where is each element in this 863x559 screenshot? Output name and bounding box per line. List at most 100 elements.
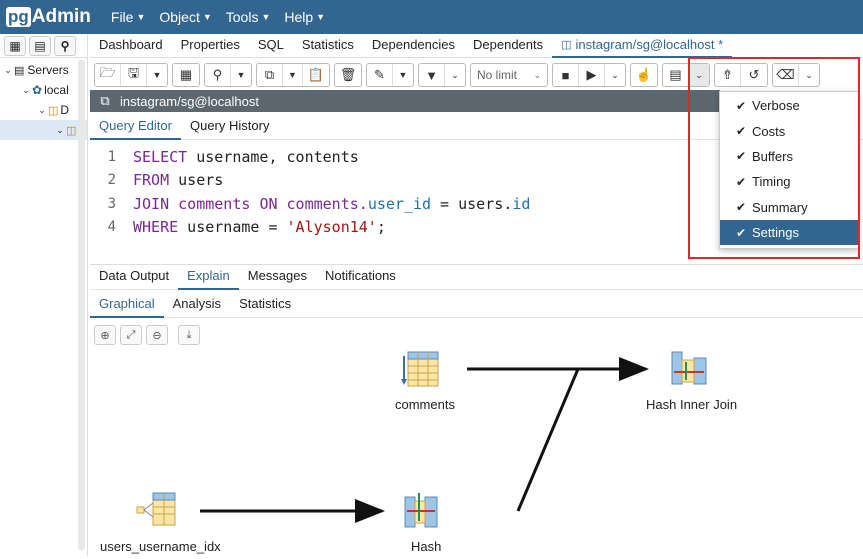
- menu-help[interactable]: Help ▼: [284, 9, 325, 25]
- chevron-down-icon[interactable]: ⌄: [2, 65, 14, 76]
- tab-messages[interactable]: Messages: [239, 264, 316, 290]
- explain-canvas: comments Hash Inner Join users_username_…: [90, 350, 863, 556]
- explain-option-label: Timing: [752, 174, 791, 190]
- tab-explain-statistics[interactable]: Statistics: [230, 292, 300, 318]
- edit-button[interactable]: ✎: [367, 64, 393, 86]
- tab-sql[interactable]: SQL: [249, 34, 293, 58]
- properties-button[interactable]: ▤: [29, 35, 51, 56]
- limit-dropdown[interactable]: No limit ⌄: [471, 64, 547, 86]
- edit-dropdown-button[interactable]: ▼: [393, 64, 413, 86]
- menu-tools[interactable]: Tools ▼: [226, 9, 271, 25]
- filter-button[interactable]: ▼: [419, 64, 445, 86]
- view-data-group: ▦: [172, 63, 200, 87]
- table-view-button[interactable]: ▦: [4, 35, 26, 56]
- explain-button[interactable]: ☝: [631, 64, 657, 86]
- tab-query-history[interactable]: Query History: [181, 114, 278, 140]
- execute-button[interactable]: ▶: [579, 64, 605, 86]
- tab-explain[interactable]: Explain: [178, 264, 239, 290]
- open-file-button[interactable]: 🗁: [95, 64, 121, 86]
- code-token: username =: [178, 218, 287, 237]
- menu-file[interactable]: File ▼: [111, 9, 145, 25]
- filter-dropdown-button[interactable]: ⌄: [445, 64, 465, 86]
- paste-button[interactable]: 📋: [303, 64, 329, 86]
- tree-item-servers[interactable]: ⌄ ▤ Servers: [0, 60, 87, 80]
- hash-icon: [404, 493, 438, 528]
- view-data-button[interactable]: ▦: [173, 64, 199, 86]
- tab-dependents[interactable]: Dependents: [464, 34, 552, 58]
- tab-graphical[interactable]: Graphical: [90, 292, 164, 318]
- clear-group: ⌫ ⌄: [772, 63, 820, 87]
- node-label-hash[interactable]: Hash: [411, 539, 441, 554]
- menu-tools-label: Tools: [225, 9, 259, 25]
- code-token: comments.: [277, 194, 368, 213]
- edit-icon: ✎: [374, 67, 385, 82]
- tab-notifications[interactable]: Notifications: [316, 264, 405, 290]
- copy-button[interactable]: ⧉: [257, 64, 283, 86]
- execute-dropdown-button[interactable]: ⌄: [605, 64, 625, 86]
- find-dropdown-button[interactable]: ▼: [231, 64, 251, 86]
- explain-option-verbose[interactable]: ✔ Verbose: [720, 93, 858, 118]
- limit-select[interactable]: No limit ⌄: [470, 63, 548, 87]
- explain-option-timing[interactable]: ✔ Timing: [720, 169, 858, 194]
- explain-analyze-button[interactable]: ▤: [663, 64, 689, 86]
- edit-group: ✎ ▼: [366, 63, 414, 87]
- find-button[interactable]: ⚲: [205, 64, 231, 86]
- node-label-index[interactable]: users_username_idx: [100, 539, 221, 554]
- download-button[interactable]: ⤓: [178, 325, 200, 345]
- clear-button[interactable]: ⌫: [773, 64, 799, 86]
- tab-query-tool[interactable]: ◫ instagram/sg@localhost *: [552, 34, 733, 58]
- code-token: id: [512, 194, 531, 213]
- search-objects-button[interactable]: ⚲: [54, 35, 76, 56]
- chevron-down-icon: ▼: [136, 12, 146, 22]
- stop-button[interactable]: ■: [553, 64, 579, 86]
- save-file-button[interactable]: 🖫: [121, 64, 147, 86]
- copy-dropdown-button[interactable]: ▼: [283, 64, 303, 86]
- zoom-out-button[interactable]: ⊖: [146, 325, 168, 345]
- sidebar-scrollbar[interactable]: [78, 60, 85, 550]
- chevron-down-icon[interactable]: ⌄: [36, 105, 48, 116]
- zoom-in-button[interactable]: ⊕: [94, 325, 116, 345]
- clear-dropdown-button[interactable]: ⌄: [799, 64, 819, 86]
- explain-option-summary[interactable]: ✔ Summary: [720, 195, 858, 220]
- zoom-in-icon: ⊕: [100, 329, 110, 342]
- connection-status-icon[interactable]: ⧉: [90, 93, 120, 109]
- filter-icon: ▼: [425, 67, 438, 83]
- tree-item-instagram[interactable]: ⌄ ◫: [0, 120, 87, 140]
- node-label-hash-join[interactable]: Hash Inner Join: [646, 397, 737, 412]
- chevron-down-icon[interactable]: ⌄: [54, 125, 66, 136]
- tree-item-local[interactable]: ⌄ ✿ local: [0, 80, 87, 100]
- postgres-elephant-icon: ✿: [32, 83, 43, 97]
- explain-option-costs[interactable]: ✔ Costs: [720, 118, 858, 143]
- menu-object[interactable]: Object ▼: [159, 9, 211, 25]
- explain-options-dropdown-button[interactable]: ⌄: [689, 64, 709, 86]
- tree-item-databases[interactable]: ⌄ ◫ D: [0, 100, 87, 120]
- tab-data-output[interactable]: Data Output: [90, 264, 178, 290]
- tree-label: local: [44, 83, 69, 97]
- menu-file-label: File: [110, 9, 134, 25]
- explain-options-menu: ✔ Verbose ✔ Costs ✔ Buffers ✔ Timing ✔ Summary ✔ Se…: [719, 91, 859, 249]
- save-dropdown-button[interactable]: ▼: [147, 64, 167, 86]
- chevron-down-icon: ▼: [202, 12, 212, 22]
- line-number: 4: [107, 219, 116, 236]
- play-icon: ▶: [586, 67, 597, 82]
- tab-analysis[interactable]: Analysis: [164, 292, 230, 318]
- commit-button[interactable]: ⇮: [715, 64, 741, 86]
- node-label-comments[interactable]: comments: [395, 397, 455, 412]
- copy-icon: ⧉: [264, 67, 275, 82]
- rollback-button[interactable]: ↺: [741, 64, 767, 86]
- chevron-down-icon[interactable]: ⌄: [20, 85, 32, 96]
- tab-dependencies[interactable]: Dependencies: [363, 34, 464, 58]
- tab-properties[interactable]: Properties: [172, 34, 249, 58]
- tab-query-editor[interactable]: Query Editor: [90, 114, 181, 140]
- table-icon: ▤: [669, 67, 682, 82]
- zoom-fit-button[interactable]: ⤢: [120, 325, 142, 345]
- explain-option-settings[interactable]: ✔ Settings: [720, 219, 858, 246]
- connection-label: instagram/sg@localhost: [120, 93, 259, 109]
- explain-option-buffers[interactable]: ✔ Buffers: [720, 144, 858, 169]
- delete-button[interactable]: 🗑: [335, 64, 361, 86]
- explain-option-label: Verbose: [752, 98, 800, 114]
- tree-label: D: [60, 103, 70, 117]
- tab-dashboard[interactable]: Dashboard: [90, 34, 172, 58]
- tab-statistics[interactable]: Statistics: [293, 34, 363, 58]
- folder-open-icon: 🗁: [99, 65, 116, 80]
